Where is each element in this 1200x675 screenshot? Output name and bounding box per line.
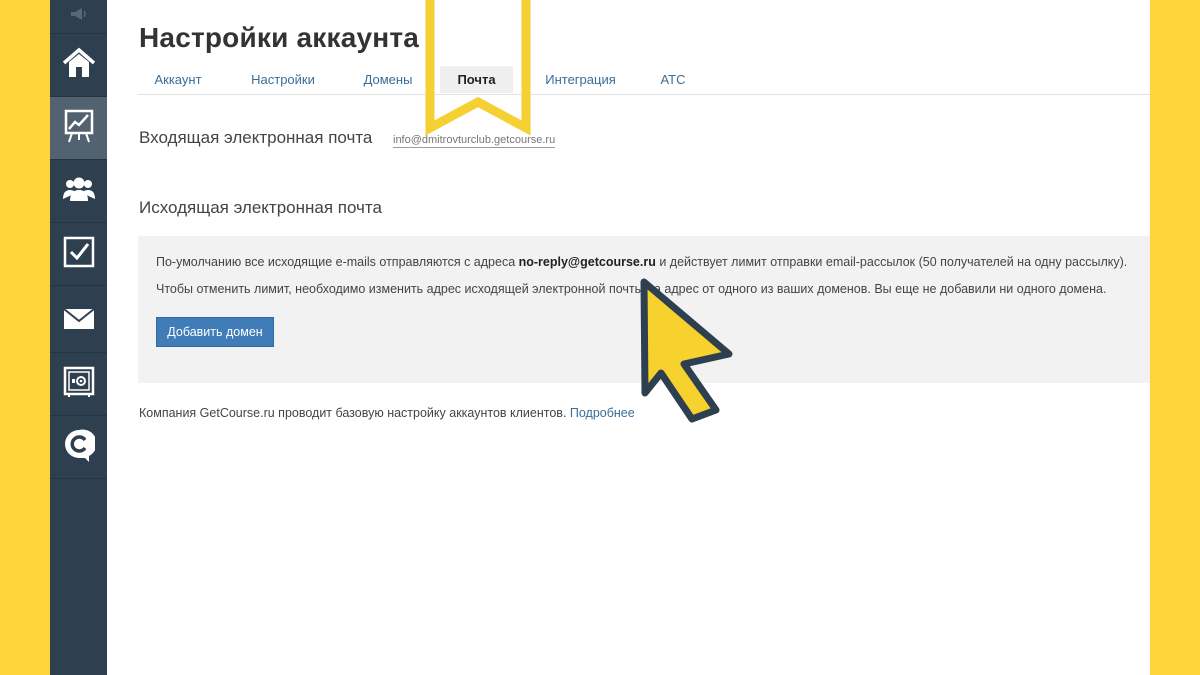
chart-icon bbox=[64, 109, 94, 148]
outgoing-info-line-1: По-умолчанию все исходящие e-mails отпра… bbox=[156, 255, 1127, 269]
tab-bar: Аккаунт Настройки Домены Почта Интеграци… bbox=[138, 66, 1150, 95]
sidebar-item-sales[interactable] bbox=[50, 353, 107, 416]
tab-mail[interactable]: Почта bbox=[440, 66, 513, 93]
incoming-email-address[interactable]: info@dmitrovturclub.getcourse.ru bbox=[393, 134, 556, 148]
main-content: Настройки аккаунта Аккаунт Настройки Дом… bbox=[107, 0, 1150, 675]
checkbox-icon bbox=[63, 236, 95, 273]
home-icon bbox=[62, 47, 96, 84]
outgoing-info-text-before: По-умолчанию все исходящие e-mails отпра… bbox=[156, 255, 519, 269]
outgoing-mail-title: Исходящая электронная почта bbox=[139, 198, 382, 217]
yellow-frame-left bbox=[0, 0, 50, 675]
tab-settings[interactable]: Настройки bbox=[238, 66, 328, 93]
tab-pbx[interactable]: АТС bbox=[648, 66, 698, 93]
yellow-frame-right bbox=[1150, 0, 1200, 675]
safe-icon bbox=[63, 366, 95, 403]
outgoing-info-box: По-умолчанию все исходящие e-mails отпра… bbox=[138, 236, 1150, 383]
tab-domains[interactable]: Домены bbox=[348, 66, 428, 93]
mail-icon bbox=[62, 307, 95, 335]
outgoing-info-text-after: и действует лимит отправки email-рассыло… bbox=[655, 255, 1128, 269]
sidebar-item-home[interactable] bbox=[50, 34, 107, 97]
sidebar-item-mail[interactable] bbox=[50, 290, 107, 353]
outgoing-info-line-2: Чтобы отменить лимит, необходимо изменит… bbox=[156, 282, 1107, 296]
sidebar bbox=[50, 0, 107, 675]
page-title: Настройки аккаунта bbox=[139, 22, 420, 53]
learn-more-link[interactable]: Подробнее bbox=[570, 406, 635, 420]
sidebar-item-users[interactable] bbox=[50, 160, 107, 223]
sidebar-item-getcourse[interactable] bbox=[50, 416, 107, 479]
users-icon bbox=[62, 175, 96, 208]
add-domain-button[interactable]: Добавить домен bbox=[156, 317, 274, 347]
incoming-mail-title: Входящая электронная почта bbox=[139, 128, 373, 147]
default-sender-address: no-reply@getcourse.ru bbox=[518, 255, 656, 269]
tab-integration[interactable]: Интеграция bbox=[533, 66, 628, 93]
sidebar-item-reports[interactable] bbox=[50, 97, 107, 160]
getcourse-logo-icon bbox=[63, 428, 97, 467]
tab-account[interactable]: Аккаунт bbox=[138, 66, 218, 93]
footer-text: Компания GetCourse.ru проводит базовую н… bbox=[139, 406, 570, 420]
footer-note: Компания GetCourse.ru проводит базовую н… bbox=[139, 406, 635, 420]
megaphone-icon bbox=[69, 7, 89, 26]
sidebar-top[interactable] bbox=[50, 0, 107, 34]
sidebar-item-tasks[interactable] bbox=[50, 223, 107, 286]
